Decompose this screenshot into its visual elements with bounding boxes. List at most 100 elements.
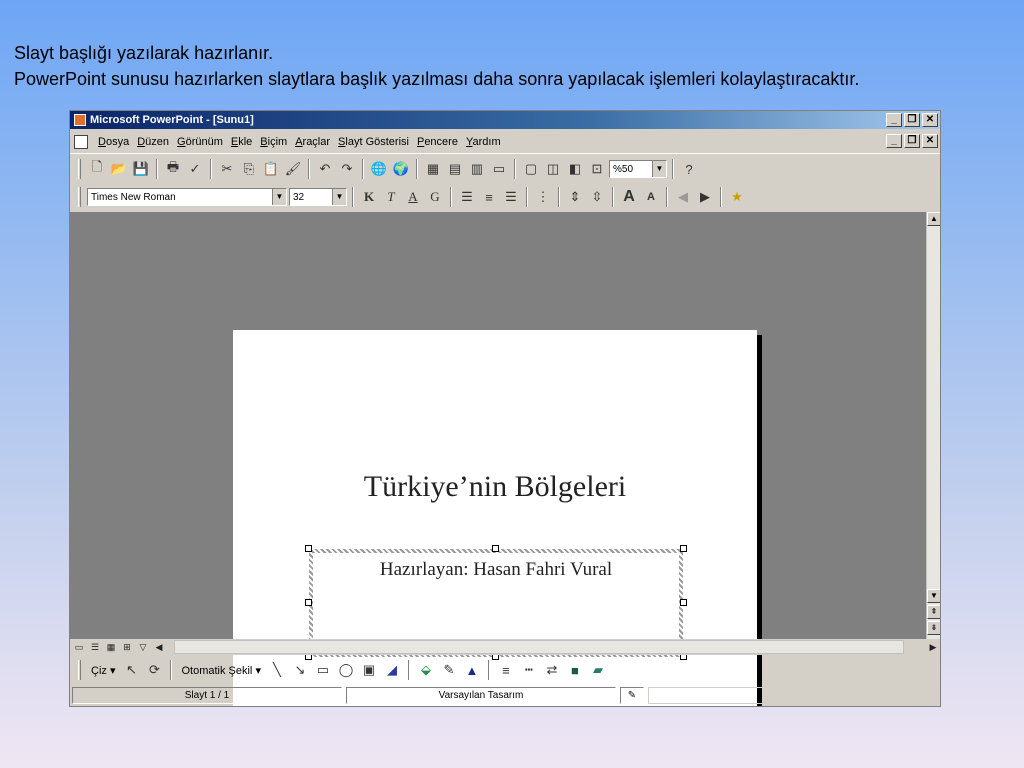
paste-icon[interactable]: 📋	[261, 159, 281, 179]
insert-table-icon[interactable]: ▦	[423, 159, 443, 179]
spelling-status-icon[interactable]: ✎	[620, 687, 644, 704]
normal-view-icon[interactable]: ▭	[72, 641, 86, 653]
scroll-left-icon[interactable]: ◀	[152, 641, 166, 653]
rectangle-icon[interactable]: ▭	[313, 660, 333, 680]
toolbar-grip[interactable]	[78, 660, 81, 680]
decrease-spacing-icon[interactable]: ⇳	[587, 187, 607, 207]
office-assistant-icon[interactable]: ?	[679, 159, 699, 179]
undo-icon[interactable]: ↶	[315, 159, 335, 179]
underline-button[interactable]: A	[403, 187, 423, 207]
menu-help[interactable]: Yardım	[462, 136, 505, 148]
arrow-style-icon[interactable]: ⇄	[542, 660, 562, 680]
bullets-icon[interactable]: ⋮	[533, 187, 553, 207]
resize-handle[interactable]	[492, 545, 499, 552]
menu-slide-show[interactable]: Slayt Gösterisi	[334, 136, 413, 148]
grayscale-icon[interactable]: ◧	[565, 159, 585, 179]
print-icon[interactable]: 🖶	[163, 159, 183, 179]
insert-word-table-icon[interactable]: ▤	[445, 159, 465, 179]
slide-show-icon[interactable]: ▽	[136, 641, 150, 653]
promote-icon[interactable]: ◀	[673, 187, 693, 207]
select-objects-icon[interactable]: ↖	[121, 660, 141, 680]
align-center-icon[interactable]: ≡	[479, 187, 499, 207]
chevron-down-icon[interactable]: ▼	[652, 161, 666, 177]
chevron-down-icon[interactable]: ▼	[332, 189, 346, 205]
bold-button[interactable]: K	[359, 187, 379, 207]
slide-workspace[interactable]: Türkiye’nin Bölgeleri Hazırlayan: Hasan …	[70, 212, 926, 706]
horizontal-scrollbar[interactable]	[174, 640, 904, 654]
menu-format[interactable]: Biçim	[256, 136, 291, 148]
menu-edit[interactable]: Düzen	[133, 136, 173, 148]
new-slide-icon[interactable]: ▭	[489, 159, 509, 179]
scroll-right-icon[interactable]: ▶	[926, 641, 940, 653]
outline-view-icon[interactable]: ☰	[88, 641, 102, 653]
restore-button[interactable]: ❐	[904, 113, 920, 127]
increase-spacing-icon[interactable]: ⇕	[565, 187, 585, 207]
new-icon[interactable]: 🗋	[87, 159, 107, 179]
expand-icon[interactable]: ⊡	[587, 159, 607, 179]
slide-layout-icon[interactable]: ▢	[521, 159, 541, 179]
toolbar-grip[interactable]	[78, 187, 81, 207]
dash-style-icon[interactable]: ┅	[519, 660, 539, 680]
slide-sorter-icon[interactable]: ⊞	[120, 641, 134, 653]
animation-effects-icon[interactable]: ★	[727, 187, 747, 207]
format-painter-icon[interactable]: 🖌	[283, 159, 303, 179]
line-color-icon[interactable]: ✎	[439, 660, 459, 680]
align-right-icon[interactable]: ☰	[501, 187, 521, 207]
redo-icon[interactable]: ↷	[337, 159, 357, 179]
toolbar-grip[interactable]	[78, 159, 81, 179]
next-slide-icon[interactable]: ⇟	[927, 621, 940, 635]
hyperlink-icon[interactable]: 🌐	[369, 159, 389, 179]
title-bar[interactable]: Microsoft PowerPoint - [Sunu1] _ ❐ ✕	[70, 111, 940, 129]
doc-minimize-button[interactable]: _	[886, 134, 902, 148]
web-toolbar-icon[interactable]: 🌍	[391, 159, 411, 179]
arrow-icon[interactable]: ↘	[290, 660, 310, 680]
oval-icon[interactable]: ◯	[336, 660, 356, 680]
wordart-icon[interactable]: ◢	[382, 660, 402, 680]
open-icon[interactable]: 📂	[109, 159, 129, 179]
demote-icon[interactable]: ▶	[695, 187, 715, 207]
save-icon[interactable]: 💾	[131, 159, 151, 179]
fill-color-icon[interactable]: ⬙	[416, 660, 436, 680]
insert-chart-icon[interactable]: ▥	[467, 159, 487, 179]
minimize-button[interactable]: _	[886, 113, 902, 127]
align-left-icon[interactable]: ☰	[457, 187, 477, 207]
menu-insert[interactable]: Ekle	[227, 136, 256, 148]
shadow-button[interactable]: G	[425, 187, 445, 207]
free-rotate-icon[interactable]: ⟳	[144, 660, 164, 680]
decrease-font-button[interactable]: A	[641, 187, 661, 207]
chevron-down-icon[interactable]: ▼	[272, 189, 286, 205]
menu-tools[interactable]: Araçlar	[291, 136, 334, 148]
text-box-icon[interactable]: ▣	[359, 660, 379, 680]
copy-icon[interactable]: ⎘	[239, 159, 259, 179]
scroll-down-icon[interactable]: ▼	[927, 589, 940, 603]
resize-handle[interactable]	[680, 545, 687, 552]
slide-view-icon[interactable]: ▦	[104, 641, 118, 653]
slide-subtitle[interactable]: Hazırlayan: Hasan Fahri Vural	[313, 559, 679, 581]
menu-view[interactable]: Görünüm	[173, 136, 227, 148]
spelling-icon[interactable]: ✓	[185, 159, 205, 179]
font-size-select[interactable]: 32 ▼	[289, 188, 347, 206]
font-name-select[interactable]: Times New Roman ▼	[87, 188, 287, 206]
3d-icon[interactable]: ▰	[588, 660, 608, 680]
previous-slide-icon[interactable]: ⇞	[927, 605, 940, 619]
resize-handle[interactable]	[305, 545, 312, 552]
menu-file[interactable]: Dosya	[94, 136, 133, 148]
autoshapes-menu-button[interactable]: Otomatik Şekil ▾	[178, 664, 264, 677]
shadow-icon[interactable]: ■	[565, 660, 585, 680]
draw-menu-button[interactable]: Çiz ▾	[88, 664, 118, 677]
close-button[interactable]: ✕	[922, 113, 938, 127]
increase-font-button[interactable]: A	[619, 187, 639, 207]
resize-handle[interactable]	[305, 599, 312, 606]
zoom-select[interactable]: %50 ▼	[609, 160, 667, 178]
doc-close-button[interactable]: ✕	[922, 134, 938, 148]
doc-restore-button[interactable]: ❐	[904, 134, 920, 148]
slide-title[interactable]: Türkiye’nin Bölgeleri	[233, 470, 757, 504]
document-icon[interactable]	[74, 134, 88, 149]
apply-design-icon[interactable]: ◫	[543, 159, 563, 179]
line-icon[interactable]: ╲	[267, 660, 287, 680]
vertical-scrollbar[interactable]: ▲ ▼ ⇞ ⇟	[926, 212, 940, 639]
italic-button[interactable]: T	[381, 187, 401, 207]
font-color-icon[interactable]: ▲	[462, 660, 482, 680]
scroll-up-icon[interactable]: ▲	[927, 212, 940, 226]
cut-icon[interactable]: ✂	[217, 159, 237, 179]
